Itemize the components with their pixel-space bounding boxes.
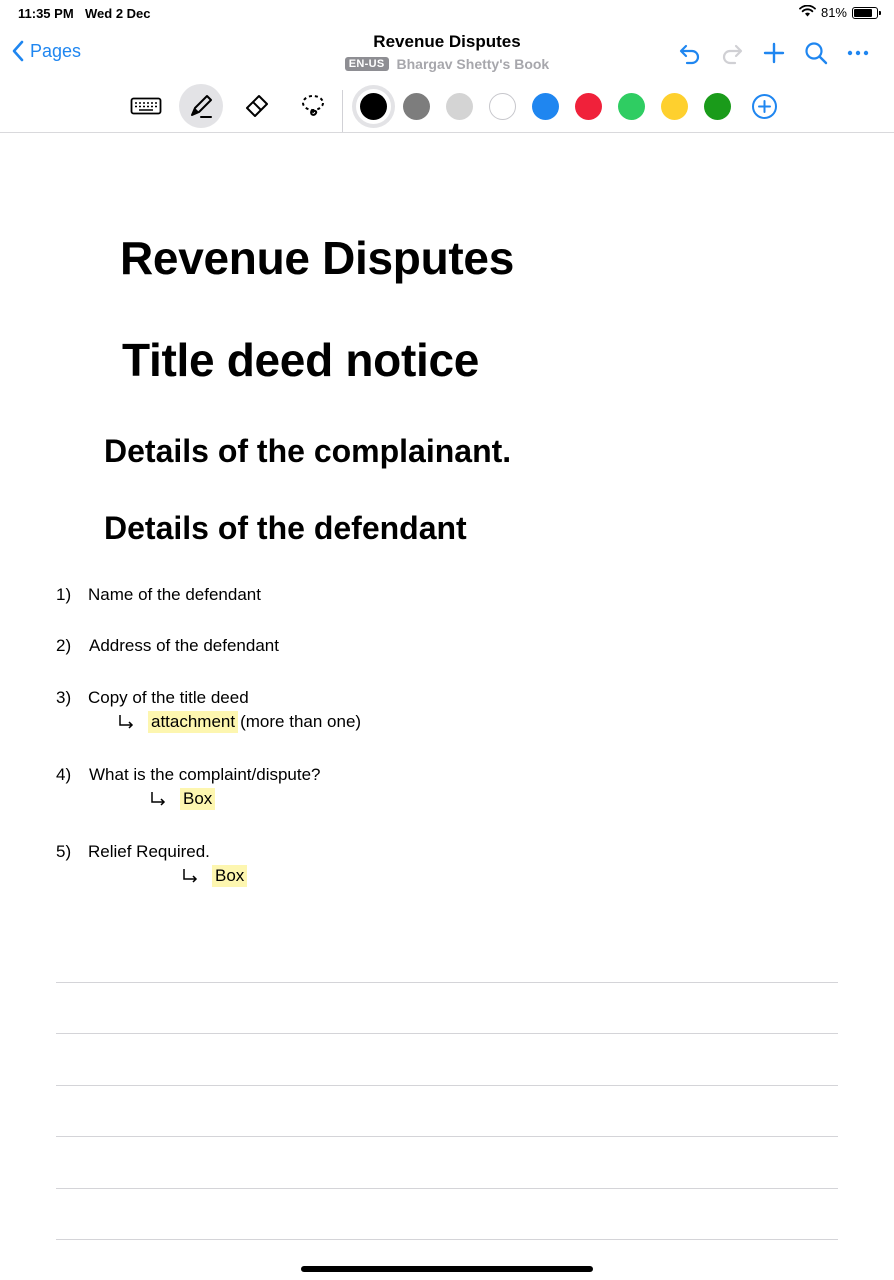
wifi-icon: [799, 4, 816, 20]
list-number: 2): [56, 636, 72, 655]
sub-item: attachment (more than one): [118, 711, 361, 733]
list-item-text: Name of the defendant: [88, 585, 261, 604]
nav-actions: [664, 38, 874, 68]
sub-item: Box: [150, 788, 216, 810]
status-time: 11:35 PM: [18, 6, 74, 21]
return-arrow-icon: [119, 715, 134, 729]
return-arrow-icon: [183, 869, 198, 883]
search-icon: [805, 42, 828, 65]
search-button[interactable]: [800, 38, 832, 68]
box-highlight: Box: [212, 865, 248, 887]
return-arrow-icon: [151, 792, 166, 806]
list-item-text: Copy of the title deed: [88, 688, 249, 707]
lasso-tool[interactable]: [291, 84, 335, 128]
add-icon: [763, 42, 785, 64]
color-swatch[interactable]: [661, 93, 688, 120]
color-swatch[interactable]: [532, 93, 559, 120]
status-bar: 11:35 PM Wed 2 Dec 81%: [0, 0, 894, 26]
list-item-text: Address of the defendant: [89, 636, 279, 655]
list-number: 4): [56, 765, 72, 784]
attachment-highlight: attachment: [148, 711, 239, 733]
ruled-line: [56, 982, 838, 983]
status-date: Wed 2 Dec: [85, 6, 151, 21]
list-item-text: What is the complaint/dispute?: [89, 765, 321, 784]
pages-back-button[interactable]: Pages: [12, 40, 81, 62]
toolbar-divider: [342, 90, 343, 132]
heading-revenue-disputes: Revenue Disputes: [120, 232, 514, 284]
undo-button[interactable]: [674, 38, 706, 68]
color-swatch[interactable]: [446, 93, 473, 120]
redo-icon: [722, 44, 743, 65]
ruled-line: [56, 1239, 838, 1240]
ruled-line: [56, 1136, 838, 1137]
navigation-bar: Pages Revenue Disputes EN-US Bhargav She…: [0, 28, 894, 80]
list-item-text: Relief Required.: [88, 842, 210, 861]
pages-back-label: Pages: [30, 40, 82, 61]
pen-tool[interactable]: [179, 84, 223, 128]
undo-icon: [679, 44, 700, 65]
list-number: 3): [56, 688, 72, 707]
color-swatch[interactable]: [704, 93, 731, 120]
redo-button[interactable]: [716, 38, 748, 68]
chevron-left-icon: [12, 40, 24, 62]
sub-item: Box: [182, 865, 248, 887]
color-swatch[interactable]: [360, 93, 387, 120]
plus-circle-icon: [752, 94, 777, 119]
keyboard-tool[interactable]: [124, 84, 168, 128]
add-button[interactable]: [758, 38, 790, 68]
note-page[interactable]: Revenue Disputes Title deed notice Detai…: [0, 133, 894, 1280]
battery-icon: [852, 6, 881, 19]
status-indicators: 81%: [799, 4, 881, 20]
box-highlight: Box: [180, 788, 216, 810]
ruled-line: [56, 1085, 838, 1086]
color-swatch[interactable]: [618, 93, 645, 120]
heading-complainant-details: Details of the complainant.: [104, 433, 512, 469]
lasso-icon: [302, 95, 324, 116]
color-swatch[interactable]: [403, 93, 430, 120]
pen-icon: [191, 95, 212, 118]
heading-title-deed-notice: Title deed notice: [122, 334, 480, 386]
list-number: 1): [56, 585, 72, 604]
add-color-button[interactable]: [751, 93, 778, 120]
eraser-tool[interactable]: [235, 84, 279, 128]
ruled-line: [56, 1188, 838, 1189]
color-swatch[interactable]: [489, 93, 516, 120]
language-badge: EN-US: [344, 57, 389, 71]
home-indicator[interactable]: [301, 1266, 593, 1272]
list-number: 5): [56, 842, 72, 861]
attachment-note: (more than one): [240, 712, 362, 731]
heading-defendant-details: Details of the defendant: [104, 510, 467, 546]
keyboard-icon: [130, 97, 162, 115]
ruled-line: [56, 1033, 838, 1034]
battery-percent: 81%: [820, 5, 847, 20]
drawing-toolbar: [0, 82, 894, 132]
eraser-icon: [246, 95, 268, 117]
more-button[interactable]: [842, 38, 874, 68]
book-name: Bhargav Shetty's Book: [396, 56, 550, 72]
color-swatch[interactable]: [575, 93, 602, 120]
more-icon: [847, 50, 869, 56]
